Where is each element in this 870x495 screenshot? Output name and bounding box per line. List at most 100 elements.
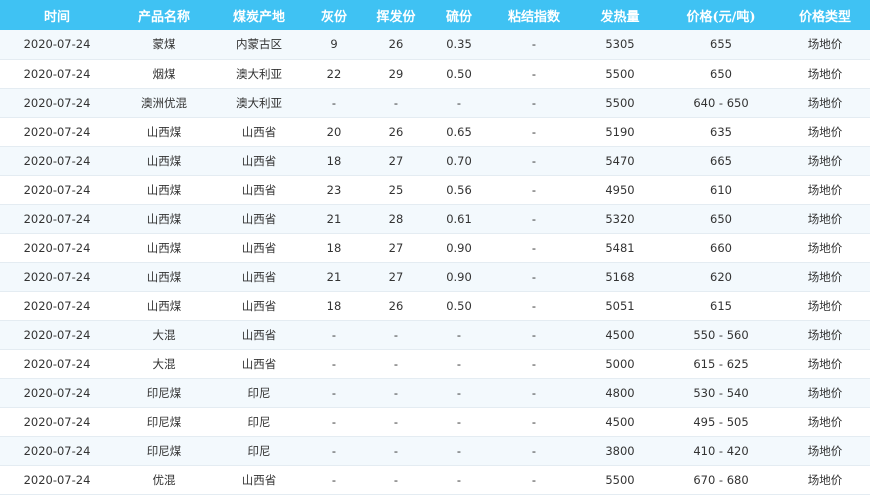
cell-sulfur: - — [428, 88, 490, 118]
cell-calorific-value: 5500 — [578, 88, 662, 118]
cell-price-type: 场地价 — [780, 349, 870, 379]
cell-calorific-value: 4500 — [578, 407, 662, 437]
table-body: 2020-07-24 蒙煤 内蒙古区 9 26 0.35-5305 655 场地价 2020-0… — [0, 30, 870, 495]
cell-calorific-value: 5470 — [578, 146, 662, 176]
cell-origin: 山西省 — [214, 465, 304, 495]
cell-volatile: - — [364, 465, 428, 495]
cell-product-name: 山西煤 — [114, 262, 214, 292]
cell-sulfur: 0.35 — [428, 30, 490, 60]
table-header: 时间 产品名称 煤炭产地 灰份 挥发份 硫份 粘结指数 发热量 价格(元/吨) … — [0, 0, 870, 30]
cell-price: 650 — [662, 59, 780, 89]
cell-calorific-value: 5168 — [578, 262, 662, 292]
cell-origin: 印尼 — [214, 436, 304, 466]
cell-calorific-value: 5500 — [578, 59, 662, 89]
cell-origin: 山西省 — [214, 349, 304, 379]
cell-product-name: 山西煤 — [114, 117, 214, 147]
cell-price: 620 — [662, 262, 780, 292]
header-ash: 灰份 — [320, 9, 347, 25]
cell-origin: 印尼 — [214, 378, 304, 408]
cell-caking-index: - — [490, 320, 578, 350]
cell-sulfur: 0.50 — [428, 59, 490, 89]
coal-price-table: 时间 产品名称 煤炭产地 灰份 挥发份 硫份 粘结指数 发热量 价格(元/吨) … — [0, 0, 870, 495]
cell-price-type: 场地价 — [780, 146, 870, 176]
cell-product-name: 优混 — [114, 465, 214, 495]
table-row: 2020-07-24 大混 山西省 - - - -5000 615 - 625 场地价 — [0, 349, 870, 379]
table-row: 2020-07-24 澳洲优混 澳大利亚 - - - -5500 640 - 650 场地价 — [0, 88, 870, 118]
cell-price: 650 — [662, 204, 780, 234]
cell-date: 2020-07-24 — [0, 465, 114, 495]
header-caking-index: 粘结指数 — [507, 9, 560, 25]
table-row: 2020-07-24 山西煤 山西省 20 26 0.65-5190 635 场地价 — [0, 117, 870, 147]
cell-price-type: 场地价 — [780, 320, 870, 350]
cell-calorific-value: 4500 — [578, 320, 662, 350]
cell-price: 670 - 680 — [662, 465, 780, 495]
cell-date: 2020-07-24 — [0, 59, 114, 89]
cell-ash: 18 — [304, 291, 364, 321]
cell-volatile: 29 — [364, 59, 428, 89]
cell-volatile: - — [364, 320, 428, 350]
cell-date: 2020-07-24 — [0, 146, 114, 176]
cell-product-name: 山西煤 — [114, 233, 214, 263]
cell-sulfur: 0.70 — [428, 146, 490, 176]
cell-ash: - — [304, 407, 364, 437]
cell-price: 615 - 625 — [662, 349, 780, 379]
cell-product-name: 山西煤 — [114, 146, 214, 176]
cell-date: 2020-07-24 — [0, 175, 114, 205]
cell-price-type: 场地价 — [780, 291, 870, 321]
cell-caking-index: - — [490, 30, 578, 60]
cell-volatile: - — [364, 88, 428, 118]
cell-price: 550 - 560 — [662, 320, 780, 350]
cell-ash: 20 — [304, 117, 364, 147]
cell-date: 2020-07-24 — [0, 204, 114, 234]
cell-origin: 山西省 — [214, 320, 304, 350]
cell-caking-index: - — [490, 59, 578, 89]
cell-price-type: 场地价 — [780, 117, 870, 147]
cell-calorific-value: 5051 — [578, 291, 662, 321]
cell-price: 530 - 540 — [662, 378, 780, 408]
header-volatile: 挥发份 — [376, 9, 416, 25]
table-row: 2020-07-24 印尼煤 印尼 - - - -3800 410 - 420 场地价 — [0, 436, 870, 466]
cell-calorific-value: 5305 — [578, 30, 662, 60]
cell-date: 2020-07-24 — [0, 320, 114, 350]
cell-date: 2020-07-24 — [0, 349, 114, 379]
cell-volatile: - — [364, 436, 428, 466]
cell-calorific-value: 5500 — [578, 465, 662, 495]
cell-volatile: 27 — [364, 146, 428, 176]
cell-price-type: 场地价 — [780, 465, 870, 495]
cell-caking-index: - — [490, 146, 578, 176]
cell-caking-index: - — [490, 175, 578, 205]
cell-volatile: 27 — [364, 262, 428, 292]
cell-origin: 山西省 — [214, 117, 304, 147]
cell-ash: - — [304, 88, 364, 118]
cell-sulfur: - — [428, 320, 490, 350]
cell-volatile: - — [364, 349, 428, 379]
cell-price-type: 场地价 — [780, 233, 870, 263]
cell-sulfur: 0.56 — [428, 175, 490, 205]
header-date: 时间 — [43, 9, 70, 25]
cell-product-name: 山西煤 — [114, 204, 214, 234]
cell-calorific-value: 5190 — [578, 117, 662, 147]
cell-calorific-value: 5000 — [578, 349, 662, 379]
header-price-type: 价格类型 — [798, 9, 851, 25]
cell-ash: - — [304, 378, 364, 408]
cell-ash: - — [304, 320, 364, 350]
cell-ash: - — [304, 349, 364, 379]
cell-caking-index: - — [490, 349, 578, 379]
cell-origin: 山西省 — [214, 291, 304, 321]
cell-origin: 山西省 — [214, 233, 304, 263]
cell-ash: 18 — [304, 146, 364, 176]
cell-price: 495 - 505 — [662, 407, 780, 437]
cell-sulfur: - — [428, 407, 490, 437]
cell-origin: 山西省 — [214, 262, 304, 292]
table-row: 2020-07-24 山西煤 山西省 18 26 0.50-5051 615 场地价 — [0, 291, 870, 321]
cell-price: 615 — [662, 291, 780, 321]
table-row: 2020-07-24 印尼煤 印尼 - - - -4800 530 - 540 场地价 — [0, 378, 870, 408]
cell-price-type: 场地价 — [780, 262, 870, 292]
table-row: 2020-07-24 优混 山西省 - - - -5500 670 - 680 场地价 — [0, 465, 870, 495]
cell-calorific-value: 4800 — [578, 378, 662, 408]
header-sulfur: 硫份 — [445, 9, 472, 25]
cell-price: 640 - 650 — [662, 88, 780, 118]
cell-sulfur: 0.61 — [428, 204, 490, 234]
cell-volatile: - — [364, 378, 428, 408]
cell-date: 2020-07-24 — [0, 117, 114, 147]
